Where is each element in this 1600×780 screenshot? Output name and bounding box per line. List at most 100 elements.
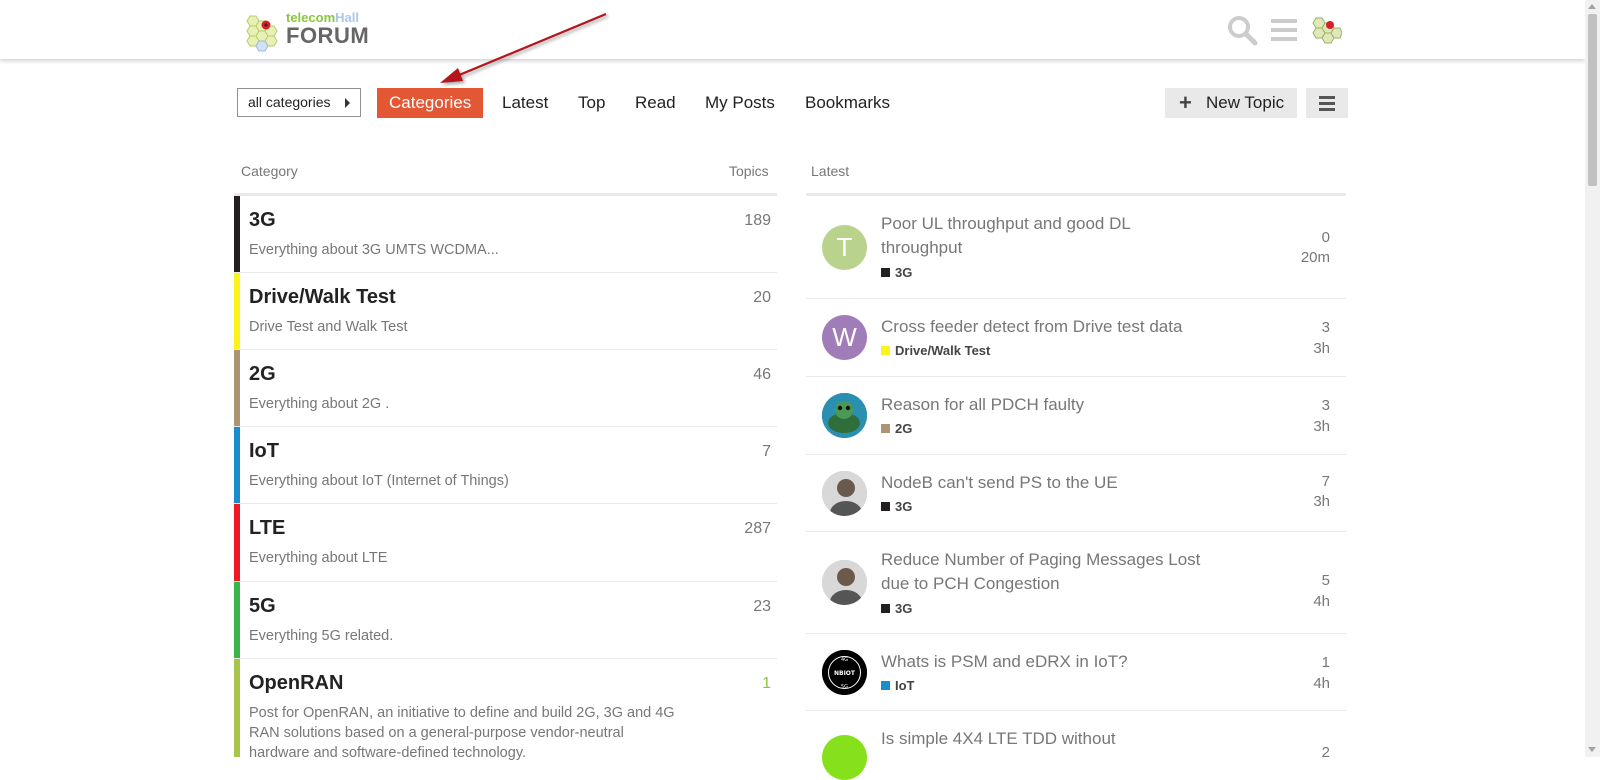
category-color-bar: [234, 196, 240, 272]
scroll-up-icon[interactable]: [1588, 4, 1596, 9]
nav-my-posts[interactable]: My Posts: [705, 88, 775, 118]
hamburger-icon[interactable]: [1268, 14, 1300, 46]
category-topic-count: 23: [753, 598, 771, 615]
category-row-lte[interactable]: LTE Everything about LTE 287: [234, 504, 777, 582]
topic-row[interactable]: W Cross feeder detect from Drive test da…: [806, 299, 1346, 377]
topic-category-badge[interactable]: 3G: [881, 265, 912, 280]
topic-row[interactable]: 4G NBIOT 5G Whats is PSM and eDRX in IoT? …: [806, 634, 1346, 711]
search-icon[interactable]: [1226, 14, 1258, 46]
category-color-bar: [234, 273, 240, 349]
avatar[interactable]: [822, 560, 867, 605]
topic-title[interactable]: Reason for all PDCH faulty: [881, 393, 1211, 417]
plus-icon: +: [1179, 90, 1192, 115]
category-row-iot[interactable]: IoT Everything about IoT (Internet of Th…: [234, 427, 777, 504]
topic-title[interactable]: NodeB can't send PS to the UE: [881, 471, 1211, 495]
category-row-5g[interactable]: 5G Everything 5G related. 23: [234, 582, 777, 659]
page-scrollbar[interactable]: [1585, 0, 1600, 757]
topic-title[interactable]: Whats is PSM and eDRX in IoT?: [881, 650, 1211, 674]
topic-age[interactable]: 20m: [1301, 249, 1330, 266]
category-description: Everything about 3G UMTS WCDMA...: [249, 242, 499, 258]
menu-icon-bar: [1319, 102, 1335, 105]
nav-categories[interactable]: Categories: [377, 88, 484, 118]
category-name[interactable]: 2G: [249, 363, 276, 386]
menu-icon-bar: [1319, 108, 1335, 111]
svg-text:5G: 5G: [841, 684, 848, 690]
category-square-icon: [881, 268, 890, 278]
caret-right-icon: [345, 98, 350, 108]
nav-read[interactable]: Read: [635, 88, 676, 118]
topic-row[interactable]: Reason for all PDCH faulty 2G 3 3h: [806, 377, 1346, 455]
topic-age[interactable]: 3h: [1313, 340, 1330, 357]
avatar[interactable]: [822, 471, 867, 516]
site-logo[interactable]: telecomHall FORUM: [242, 10, 382, 52]
user-avatar-icon[interactable]: [1310, 14, 1343, 46]
person-avatar-icon: [822, 560, 867, 605]
topic-category-badge[interactable]: 3G: [881, 601, 912, 616]
topic-title[interactable]: Is simple 4X4 LTE TDD without: [881, 727, 1211, 751]
nav-bookmarks[interactable]: Bookmarks: [805, 88, 890, 118]
category-name[interactable]: OpenRAN: [249, 672, 343, 695]
category-topic-count: 46: [753, 366, 771, 383]
topic-row[interactable]: NodeB can't send PS to the UE 3G 7 3h: [806, 455, 1346, 532]
category-description: Post for OpenRAN, an initiative to defin…: [249, 705, 675, 761]
topic-age[interactable]: 3h: [1313, 418, 1330, 435]
category-description: Everything about 2G .: [249, 396, 390, 412]
topic-age[interactable]: 3h: [1313, 493, 1330, 510]
nav-top[interactable]: Top: [578, 88, 605, 118]
topic-category-badge[interactable]: Drive/Walk Test: [881, 343, 990, 358]
topic-category-badge[interactable]: 3G: [881, 499, 912, 514]
avatar[interactable]: [822, 735, 867, 780]
category-name[interactable]: 5G: [249, 595, 276, 618]
category-name[interactable]: 3G: [249, 209, 276, 232]
category-color-bar: [234, 582, 240, 658]
avatar[interactable]: 4G NBIOT 5G: [822, 650, 867, 695]
topic-row[interactable]: T Poor UL throughput and good DL through…: [806, 196, 1346, 299]
topic-row[interactable]: Reduce Number of Paging Messages Lost du…: [806, 532, 1346, 634]
topic-title[interactable]: Reduce Number of Paging Messages Lost du…: [881, 548, 1211, 596]
category-name[interactable]: LTE: [249, 517, 285, 540]
topic-category-badge[interactable]: 2G: [881, 421, 912, 436]
category-row-3g[interactable]: 3G Everything about 3G UMTS WCDMA... 189: [234, 196, 777, 273]
menu-icon-bar: [1319, 96, 1335, 99]
category-topic-count: 20: [753, 289, 771, 306]
list-menu-button[interactable]: [1306, 88, 1348, 118]
column-header-category: Category: [241, 163, 298, 179]
avatar[interactable]: T: [822, 225, 867, 270]
topic-reply-count: 3: [1321, 397, 1330, 414]
category-name[interactable]: IoT: [249, 440, 279, 463]
topic-row[interactable]: Is simple 4X4 LTE TDD without 2: [806, 711, 1346, 780]
avatar[interactable]: W: [822, 315, 867, 360]
topic-age[interactable]: 4h: [1313, 593, 1330, 610]
scrollbar-thumb[interactable]: [1588, 14, 1597, 186]
category-description: Everything 5G related.: [249, 628, 394, 644]
avatar[interactable]: [822, 393, 867, 438]
category-topic-count: 287: [744, 520, 771, 537]
new-topic-label: New Topic: [1206, 93, 1285, 112]
category-name[interactable]: Drive/Walk Test: [249, 286, 396, 309]
topic-category-badge[interactable]: IoT: [881, 678, 915, 693]
sea-turtle-avatar-icon: [822, 393, 867, 438]
topic-reply-count: 7: [1321, 473, 1330, 490]
new-topic-button[interactable]: + New Topic: [1165, 88, 1297, 118]
category-row-2g[interactable]: 2G Everything about 2G . 46: [234, 350, 777, 427]
column-header-latest: Latest: [811, 163, 850, 179]
topic-reply-count: 1: [1321, 654, 1330, 671]
svg-text:4G: 4G: [841, 657, 848, 663]
category-square-icon: [881, 424, 890, 434]
category-square-icon: [881, 502, 890, 512]
category-color-bar: [234, 504, 240, 581]
nbiot-avatar-icon: 4G NBIOT 5G: [822, 650, 867, 695]
category-row-drive-walk-test[interactable]: Drive/Walk Test Drive Test and Walk Test…: [234, 273, 777, 350]
topic-category-name: IoT: [895, 678, 915, 693]
category-topic-count: 7: [762, 443, 771, 460]
topic-age[interactable]: 4h: [1313, 675, 1330, 692]
nav-latest[interactable]: Latest: [502, 88, 548, 118]
scroll-down-icon[interactable]: [1588, 747, 1596, 752]
site-header: telecomHall FORUM: [0, 0, 1585, 59]
topic-title[interactable]: Poor UL throughput and good DL throughpu…: [881, 212, 1211, 260]
category-row-openran[interactable]: OpenRAN Post for OpenRAN, an initiative …: [234, 659, 777, 761]
category-dropdown[interactable]: all categories: [237, 88, 361, 117]
category-color-bar: [234, 350, 240, 426]
topic-title[interactable]: Cross feeder detect from Drive test data: [881, 315, 1211, 339]
category-topic-count: 189: [744, 212, 771, 229]
